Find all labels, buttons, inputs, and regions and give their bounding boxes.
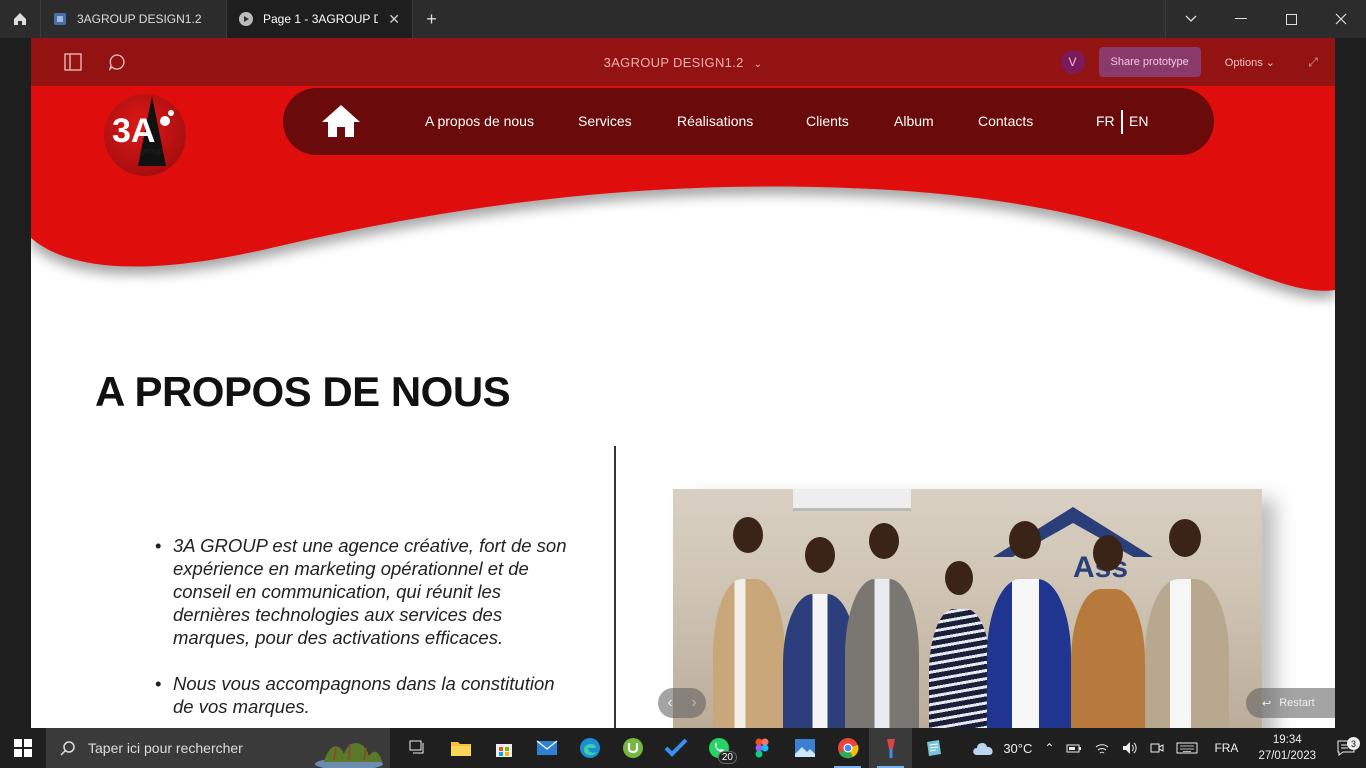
main-navigation: A propos de nous Services Réalisations C…	[283, 88, 1214, 155]
whatsapp-icon[interactable]: 20	[697, 728, 740, 768]
input-language[interactable]: FRA	[1204, 741, 1248, 755]
options-label: Options	[1224, 56, 1263, 69]
volume-icon[interactable]	[1116, 741, 1144, 755]
team-photo: Ass	[673, 489, 1262, 728]
todo-checkmark-icon[interactable]	[654, 728, 697, 768]
prototype-toolbar: 3AGROUP DESIGN1.2 ⌄ V Share prototype Opt…	[31, 38, 1335, 86]
file-explorer-icon[interactable]	[439, 728, 482, 768]
share-prototype-button[interactable]: Share prototype	[1098, 47, 1201, 77]
sidebar-toggle-icon[interactable]	[51, 38, 95, 86]
prototype-nav-arrows: ‹ ›	[658, 688, 706, 718]
taskbar: Taper ici pour rechercher 20 30°C ⌃ FRA …	[0, 728, 1366, 768]
figma-file-icon	[54, 13, 66, 25]
play-icon	[239, 12, 253, 26]
nav-item-album[interactable]: Album	[894, 113, 934, 129]
home-button[interactable]	[0, 0, 40, 38]
search-placeholder: Taper ici pour rechercher	[88, 740, 243, 756]
prototype-canvas: 3AGROUP DESIGN1.2 ⌄ V Share prototype Opt…	[31, 38, 1335, 728]
weather-widget[interactable]: 30°C	[965, 739, 1038, 757]
show-hidden-icons-chevron-icon[interactable]: ⌃	[1038, 741, 1060, 755]
windows-start-button[interactable]	[0, 728, 46, 768]
notification-center-icon[interactable]: 3	[1326, 737, 1366, 756]
task-view-icon[interactable]	[396, 728, 439, 768]
search-icon	[60, 741, 75, 756]
next-frame-icon[interactable]: ›	[691, 694, 696, 712]
utorrent-icon[interactable]	[611, 728, 654, 768]
clock-time: 19:34	[1272, 734, 1302, 746]
left-gutter	[0, 38, 31, 728]
figma-icon[interactable]	[740, 728, 783, 768]
active-app-icon[interactable]	[869, 728, 912, 768]
nav-item-realisations[interactable]: Réalisations	[677, 113, 753, 129]
close-window-icon[interactable]	[1316, 0, 1366, 38]
restart-icon: ↩	[1262, 697, 1272, 710]
nav-item-a-propos[interactable]: A propos de nous	[425, 113, 534, 129]
whatsapp-unread-badge: 20	[717, 751, 737, 764]
list-item: Nous vous accompagnons dans la constitut…	[155, 672, 575, 718]
cloud-icon	[973, 742, 993, 755]
expand-icon[interactable]: ⤢	[1299, 55, 1327, 70]
wifi-icon[interactable]	[1088, 741, 1116, 755]
file-title: 3AGROUP DESIGN1.2	[603, 54, 744, 70]
nav-item-services[interactable]: Services	[578, 113, 632, 129]
person	[713, 579, 785, 728]
microsoft-store-icon[interactable]	[482, 728, 525, 768]
edge-browser-icon[interactable]	[568, 728, 611, 768]
person	[929, 609, 991, 728]
nav-item-contacts[interactable]: Contacts	[978, 113, 1033, 129]
restart-button[interactable]: ↩ Restart	[1246, 688, 1335, 718]
person	[987, 579, 1071, 728]
system-tray: 30°C ⌃ FRA 19:34 27/01/2023 3	[965, 728, 1366, 768]
new-tab-button[interactable]: +	[412, 0, 450, 38]
person	[845, 579, 919, 728]
nav-item-clients[interactable]: Clients	[806, 113, 849, 129]
weather-temperature: 30°C	[1003, 740, 1033, 756]
right-gutter	[1335, 38, 1366, 728]
person	[1145, 579, 1229, 728]
chevron-down-icon: ⌄	[1265, 56, 1275, 69]
home-icon[interactable]	[321, 104, 361, 138]
tab-label: 3AGROUP DESIGN1.2	[77, 12, 202, 26]
search-highlight-illustration	[315, 742, 383, 768]
minimize-icon[interactable]	[1216, 0, 1266, 38]
previous-frame-icon[interactable]: ‹	[667, 694, 672, 712]
logo-subtitle: group	[140, 146, 164, 156]
clock[interactable]: 19:34 27/01/2023	[1248, 732, 1326, 764]
chevron-down-icon: ⌄	[753, 58, 763, 70]
person	[1071, 589, 1145, 728]
section-title: A PROPOS DE NOUS	[95, 368, 511, 415]
tab-prototype-page[interactable]: Page 1 - 3AGROUP DESIGN1.2 ✕	[226, 0, 412, 38]
vertical-divider	[614, 446, 616, 728]
list-item: 3A GROUP est une agence créative, fort d…	[155, 534, 575, 649]
windows-logo-icon	[14, 739, 32, 757]
about-bullets: 3A GROUP est une agence créative, fort d…	[155, 534, 575, 728]
clock-date: 27/01/2023	[1258, 750, 1316, 762]
keyboard-icon[interactable]	[1170, 742, 1204, 754]
meet-now-icon[interactable]	[1144, 741, 1170, 755]
tab-list-chevron-icon[interactable]	[1166, 0, 1216, 38]
options-menu-button[interactable]: Options ⌄	[1215, 56, 1285, 69]
lang-en[interactable]: EN	[1129, 113, 1148, 129]
photos-icon[interactable]	[783, 728, 826, 768]
tab-label: Page 1 - 3AGROUP DESIGN1.2	[263, 12, 379, 26]
maximize-icon[interactable]	[1266, 0, 1316, 38]
tab-design-file[interactable]: 3AGROUP DESIGN1.2	[40, 0, 226, 38]
mail-icon[interactable]	[525, 728, 568, 768]
battery-icon[interactable]	[1060, 742, 1088, 754]
home-icon	[14, 13, 26, 25]
company-logo[interactable]: 3A group	[104, 94, 186, 176]
comment-icon[interactable]	[95, 38, 139, 86]
title-bar: 3AGROUP DESIGN1.2 Page 1 - 3AGROUP DESIG…	[0, 0, 1366, 38]
notification-count-badge: 3	[1347, 737, 1360, 750]
notes-app-icon[interactable]	[912, 728, 955, 768]
chrome-icon[interactable]	[826, 728, 869, 768]
lang-divider	[1121, 110, 1123, 134]
lang-fr[interactable]: FR	[1096, 113, 1115, 129]
close-tab-icon[interactable]: ✕	[388, 11, 400, 28]
taskbar-search[interactable]: Taper ici pour rechercher	[46, 728, 390, 768]
restart-label: Restart	[1279, 697, 1315, 709]
air-conditioner	[793, 489, 911, 511]
avatar[interactable]: V	[1060, 50, 1085, 74]
